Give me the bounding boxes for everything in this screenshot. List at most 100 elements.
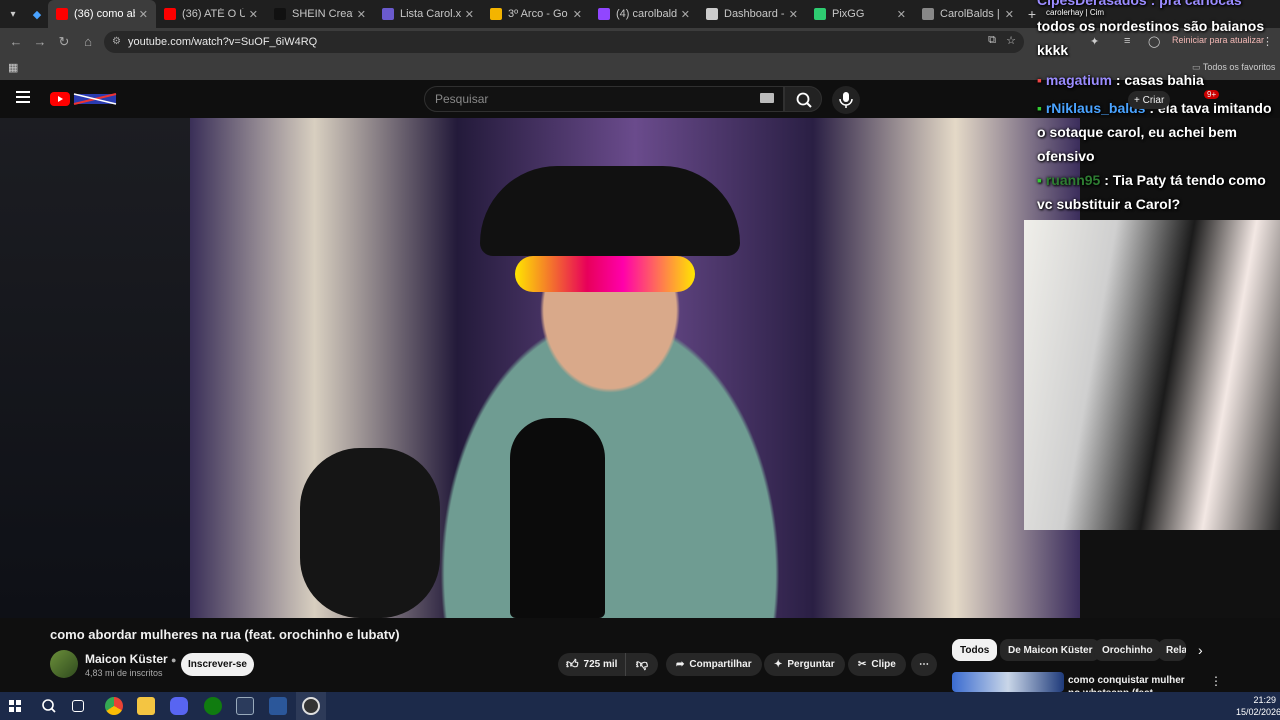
- voice-search-button[interactable]: [832, 86, 860, 114]
- search-input[interactable]: Pesquisar: [424, 86, 784, 112]
- recommendation-title[interactable]: como conquistar mulher no whatsapp (feat…: [1068, 674, 1198, 692]
- scissors-icon: ✂: [858, 659, 867, 670]
- install-icon[interactable]: ⧉: [988, 34, 996, 47]
- search-icon[interactable]: [40, 697, 58, 715]
- close-tab-icon[interactable]: ✕: [789, 8, 798, 21]
- discord-icon[interactable]: [170, 697, 188, 715]
- video-letterbox-left: [0, 118, 190, 618]
- task-view-icon[interactable]: [72, 700, 84, 712]
- channel-avatar[interactable]: [50, 650, 78, 678]
- chevron-right-icon[interactable]: ›: [1198, 642, 1203, 658]
- home-icon[interactable]: ⌂: [80, 34, 96, 50]
- site-info-icon[interactable]: ⚙: [112, 36, 121, 47]
- forward-icon[interactable]: →: [32, 34, 48, 50]
- tab-title: PixGG: [832, 8, 865, 20]
- bookmark-star-icon[interactable]: ☆: [1006, 34, 1016, 47]
- tab-favicon-icon: [382, 8, 394, 20]
- thumbs-down-icon: 👎︎: [635, 657, 649, 671]
- address-bar[interactable]: ⚙ youtube.com/watch?v=SuOF_6iW4RQ ⧉ ☆: [104, 31, 1024, 53]
- recommendation-thumbnail[interactable]: [952, 672, 1064, 692]
- browser-tab[interactable]: (4) carolbalds - ✕: [590, 0, 698, 28]
- tab-title: 3º Arco - Go: [508, 8, 568, 20]
- thumbs-up-icon: 👍︎: [566, 657, 579, 671]
- browser-tab[interactable]: (36) como abord ✕: [48, 0, 156, 28]
- tab-favicon-icon: [164, 8, 176, 20]
- clock-time: 21:29: [1253, 695, 1276, 705]
- more-horiz-icon: ⋯: [919, 659, 929, 670]
- search-icon: [796, 92, 812, 108]
- video-frame: [190, 118, 1080, 618]
- gloved-hand: [300, 448, 440, 618]
- close-tab-icon[interactable]: ✕: [249, 8, 258, 21]
- chip-all[interactable]: Todos: [952, 639, 998, 661]
- tab-favicon-icon: [274, 8, 286, 20]
- browser-tab[interactable]: PixGG ✕: [806, 0, 914, 28]
- file-explorer-icon[interactable]: [137, 697, 155, 715]
- close-tab-icon[interactable]: ✕: [465, 8, 474, 21]
- webcam-overlay: [1024, 220, 1280, 530]
- close-tab-icon[interactable]: ✕: [573, 8, 582, 21]
- close-tab-icon[interactable]: ✕: [139, 8, 148, 21]
- tab-title: (36) como abord: [74, 8, 135, 20]
- chip-orochinho[interactable]: Orochinho: [1094, 639, 1161, 661]
- chat-message: ▪ magatium : casas bahia: [1037, 72, 1204, 88]
- shield-icon[interactable]: [236, 697, 254, 715]
- tab-favicon-icon: [706, 8, 718, 20]
- tab-title: CarolBalds | A Tr: [940, 8, 1001, 20]
- windows-taskbar: [0, 692, 1280, 720]
- share-button[interactable]: ➦ Compartilhar: [666, 653, 762, 676]
- tab-favicon-icon: [490, 8, 502, 20]
- tab-list-button[interactable]: ▾: [0, 0, 26, 28]
- tab-favicon-icon: [56, 8, 68, 20]
- create-button[interactable]: + Criar: [1128, 91, 1171, 109]
- browser-tab[interactable]: (36) ATÉ O ÚLTIM ✕: [156, 0, 266, 28]
- youtube-logo[interactable]: [50, 91, 118, 107]
- chrome-icon[interactable]: [105, 697, 123, 715]
- sparkle-icon: ✦: [774, 659, 783, 670]
- guide-menu-icon[interactable]: [16, 90, 32, 104]
- ask-button[interactable]: ✦ Perguntar: [764, 653, 845, 676]
- gem-icon[interactable]: ◆: [26, 0, 48, 28]
- chat-message: todos os nordestinos são baianos kkkk: [1037, 18, 1265, 58]
- sunglasses: [515, 256, 695, 292]
- subscribe-button[interactable]: Inscrever-se: [181, 653, 254, 676]
- channel-name[interactable]: Maicon Küster ●: [85, 652, 176, 666]
- close-tab-icon[interactable]: ✕: [681, 8, 690, 21]
- chat-badge-icon: ▪: [1037, 100, 1046, 116]
- close-tab-icon[interactable]: ✕: [357, 8, 366, 21]
- apps-grid-icon[interactable]: ▦: [8, 61, 18, 74]
- windows-start-icon[interactable]: [9, 700, 21, 712]
- browser-tab[interactable]: SHEIN Creator Ce ✕: [266, 0, 374, 28]
- recommendation-menu-icon[interactable]: ⋮: [1210, 674, 1222, 688]
- close-tab-icon[interactable]: ✕: [1005, 8, 1014, 21]
- reload-icon[interactable]: ↻: [56, 34, 72, 50]
- notifications-badge[interactable]: 9+: [1204, 90, 1220, 99]
- create-label: Criar: [1142, 94, 1165, 106]
- browser-tab[interactable]: 3º Arco - Go ✕: [482, 0, 590, 28]
- streamer-cap: [480, 166, 740, 256]
- like-button[interactable]: 👍︎ 725 mil: [558, 653, 626, 676]
- tab-title: Lista Carol.xlsx: [400, 8, 461, 20]
- word-icon[interactable]: [269, 697, 287, 715]
- browser-tab[interactable]: Dashboard - Live ✕: [698, 0, 806, 28]
- chip-from-channel[interactable]: De Maicon Küster: [1000, 639, 1101, 661]
- dislike-button[interactable]: 👎︎: [626, 653, 658, 676]
- tab-favicon-icon: [814, 8, 826, 20]
- mic-icon: [839, 92, 853, 108]
- tab-favicon-icon: [598, 8, 610, 20]
- back-icon[interactable]: ←: [8, 34, 24, 50]
- like-dislike-group: 👍︎ 725 mil 👎︎: [558, 653, 658, 676]
- chip-related[interactable]: Rela: [1158, 639, 1186, 661]
- browser-tab[interactable]: CarolBalds | A Tr ✕: [914, 0, 1022, 28]
- clip-button[interactable]: ✂ Clipe: [848, 653, 906, 676]
- tab-title: (4) carolbalds -: [616, 8, 677, 20]
- tab-title: Dashboard - Live: [724, 8, 785, 20]
- close-tab-icon[interactable]: ✕: [897, 8, 906, 21]
- verified-icon: ●: [171, 655, 177, 665]
- keyboard-icon[interactable]: [760, 93, 774, 103]
- search-button[interactable]: [784, 86, 822, 112]
- more-actions-button[interactable]: ⋯: [911, 653, 937, 676]
- browser-tab[interactable]: Lista Carol.xlsx ✕: [374, 0, 482, 28]
- xbox-icon[interactable]: [204, 697, 222, 715]
- system-clock[interactable]: 21:29 15/02/2026: [1236, 694, 1280, 718]
